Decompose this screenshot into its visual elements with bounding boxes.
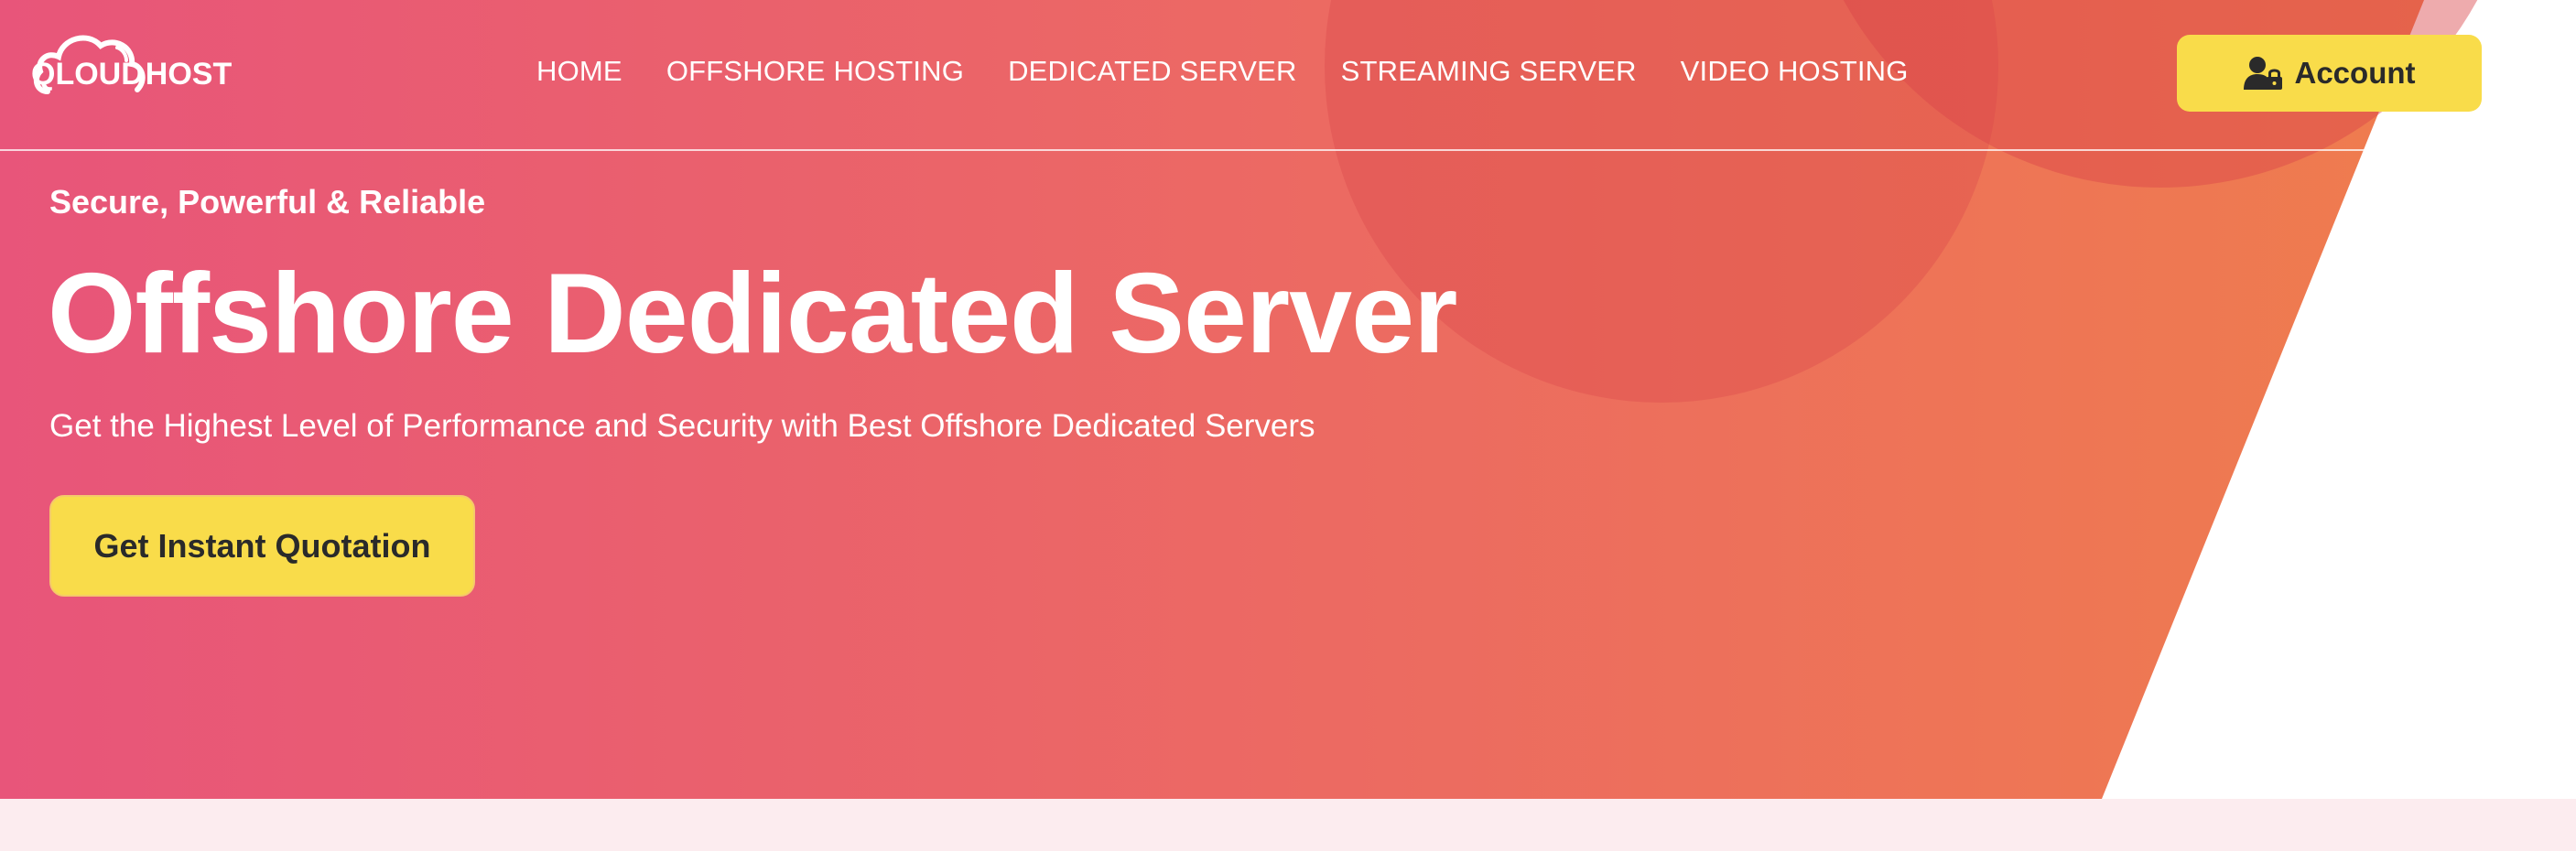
header-divider: [0, 149, 2576, 151]
nav-item-streaming-server[interactable]: STREAMING SERVER: [1341, 55, 1637, 88]
page: QLOUDHOST HOME OFFSHORE HOSTING DEDICATE…: [0, 0, 2576, 851]
nav-item-offshore-hosting[interactable]: OFFSHORE HOSTING: [666, 55, 964, 88]
hero-subtitle: Get the Highest Level of Performance and…: [49, 408, 1315, 444]
nav-item-video-hosting[interactable]: VIDEO HOSTING: [1681, 55, 1909, 88]
hero-title: Offshore Dedicated Server: [48, 251, 1457, 377]
brand-name-right: HOST: [145, 57, 233, 92]
brand-name: QLOUDHOST: [31, 59, 232, 90]
hero-tagline: Secure, Powerful & Reliable: [49, 183, 486, 221]
account-label: Account: [2294, 56, 2416, 90]
next-section-band: [0, 799, 2576, 851]
main-nav: HOME OFFSHORE HOSTING DEDICATED SERVER S…: [536, 53, 1909, 90]
account-button[interactable]: Account: [2177, 35, 2482, 112]
brand-name-left: QLOUD: [31, 57, 144, 92]
brand-logo[interactable]: QLOUDHOST: [31, 26, 242, 108]
get-quotation-button[interactable]: Get Instant Quotation: [49, 495, 475, 597]
nav-item-dedicated-server[interactable]: DEDICATED SERVER: [1008, 55, 1297, 88]
hero-section: QLOUDHOST HOME OFFSHORE HOSTING DEDICATE…: [0, 0, 2576, 799]
user-lock-icon: [2243, 57, 2282, 90]
get-quotation-label: Get Instant Quotation: [93, 526, 431, 565]
nav-item-home[interactable]: HOME: [536, 55, 622, 88]
hero-background: [0, 0, 2478, 799]
